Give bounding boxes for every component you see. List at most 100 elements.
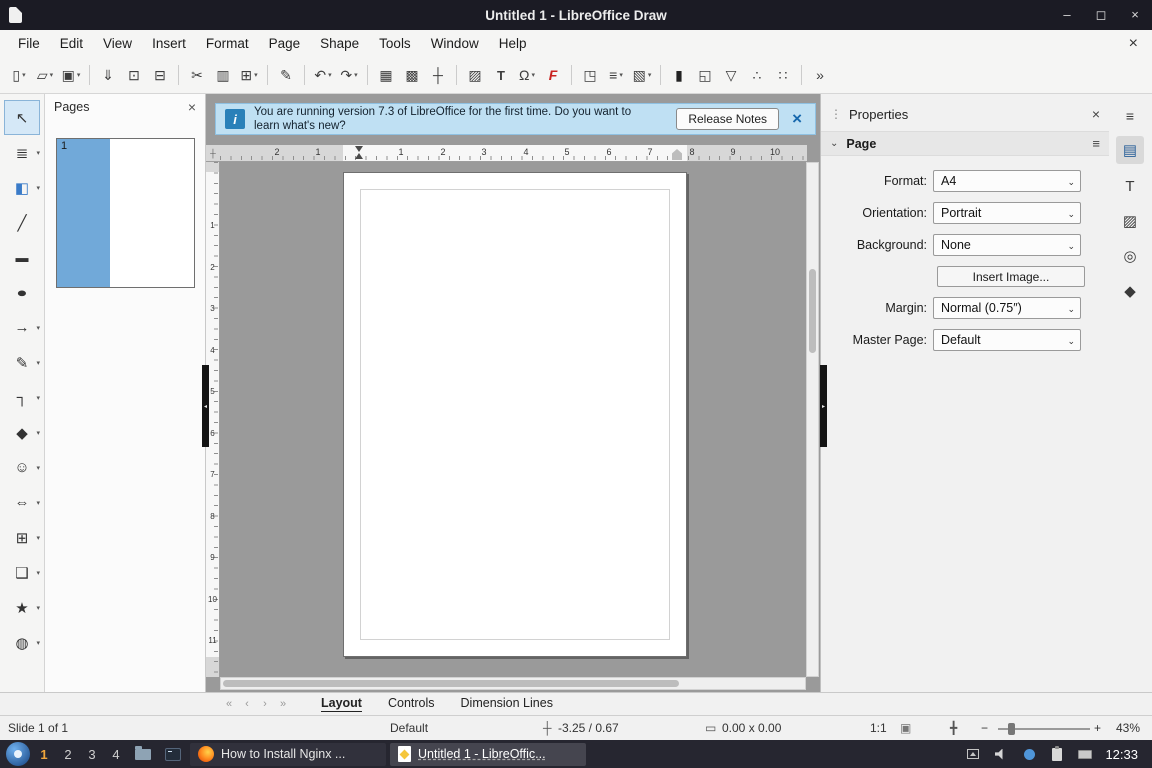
select-tool[interactable]: ↖ xyxy=(4,100,40,135)
taskbar-window-firefox[interactable]: How to Install Nginx ... xyxy=(190,742,386,766)
clock[interactable]: 12:33 xyxy=(1105,747,1138,762)
dropdown-arrow-icon[interactable]: ▾ xyxy=(36,569,40,577)
menu-page[interactable]: Page xyxy=(259,32,311,55)
volume-tray-button[interactable] xyxy=(989,742,1013,766)
gallery-deck[interactable]: ▨ xyxy=(1116,207,1144,235)
format-select[interactable]: A4 ⌄ xyxy=(933,170,1081,192)
clipboard-tray-button[interactable] xyxy=(1045,742,1069,766)
menu-view[interactable]: View xyxy=(93,32,142,55)
dropdown-arrow-icon[interactable]: ▾ xyxy=(36,429,40,437)
menu-edit[interactable]: Edit xyxy=(50,32,93,55)
close-button[interactable]: × xyxy=(1128,7,1142,23)
minimize-button[interactable]: – xyxy=(1060,7,1074,23)
zoom-slider-thumb[interactable] xyxy=(1008,723,1015,735)
snap-to-grid-button[interactable]: ▩ xyxy=(400,62,424,88)
transformations-button[interactable]: ◳ xyxy=(578,62,602,88)
hide-left-panel-handle[interactable]: ◂ xyxy=(202,365,209,447)
hide-right-panel-handle[interactable]: ▸ xyxy=(820,365,827,447)
taskbar-window-draw[interactable]: Untitled 1 - LibreOffic... xyxy=(390,742,586,766)
new-document-button[interactable]: ▯ ▾ xyxy=(7,62,31,88)
previous-page-nav-icon[interactable]: ‹ xyxy=(238,698,256,710)
ruler-corner[interactable]: ┼ xyxy=(206,145,220,162)
next-page-nav-icon[interactable]: › xyxy=(256,698,274,710)
sidebar-settings-icon[interactable]: ≡ xyxy=(1116,104,1144,128)
maximize-button[interactable]: ◻ xyxy=(1094,7,1108,23)
dropdown-arrow-icon[interactable]: ▾ xyxy=(328,71,332,79)
curves-polygons-tool[interactable]: ✎ ▾ xyxy=(4,345,40,380)
zoom-in-button[interactable]: + xyxy=(1094,721,1101,735)
vertical-scrollbar[interactable] xyxy=(806,162,819,677)
menu-window[interactable]: Window xyxy=(421,32,489,55)
menu-shape[interactable]: Shape xyxy=(310,32,369,55)
dropdown-arrow-icon[interactable]: ▾ xyxy=(354,71,358,79)
background-select[interactable]: None ⌄ xyxy=(933,234,1081,256)
workspace-2[interactable]: 2 xyxy=(58,747,78,762)
close-sidebar-icon[interactable]: × xyxy=(1092,106,1100,122)
rectangle-tool[interactable]: ▬ xyxy=(4,240,40,275)
toolbar-overflow-button[interactable]: » xyxy=(808,62,832,88)
copy-button[interactable]: ▥ xyxy=(211,62,235,88)
basic-shapes-tool[interactable]: ◆ ▾ xyxy=(4,415,40,450)
menu-tools[interactable]: Tools xyxy=(369,32,421,55)
release-notes-button[interactable]: Release Notes xyxy=(676,108,780,130)
dropdown-arrow-icon[interactable]: ▾ xyxy=(619,71,623,79)
orientation-select[interactable]: Portrait ⌄ xyxy=(933,202,1081,224)
edit-points-button[interactable]: ∴ xyxy=(745,62,769,88)
display-snap-guides-button[interactable]: ┼ xyxy=(426,62,450,88)
flowchart-shapes-tool[interactable]: ⊞ ▾ xyxy=(4,520,40,555)
print-button[interactable]: ⊟ xyxy=(148,62,172,88)
dropdown-arrow-icon[interactable]: ▾ xyxy=(36,184,40,192)
properties-deck[interactable]: ▤ xyxy=(1116,136,1144,164)
export-pdf-button[interactable]: ⇓ xyxy=(96,62,120,88)
zoom-out-button[interactable]: − xyxy=(981,721,988,735)
menu-format[interactable]: Format xyxy=(196,32,259,55)
dropdown-arrow-icon[interactable]: ▾ xyxy=(22,71,26,79)
dropdown-arrow-icon[interactable]: ▾ xyxy=(77,71,81,79)
stars-banners-tool[interactable]: ★ ▾ xyxy=(4,590,40,625)
clone-formatting-button[interactable]: ✎ xyxy=(274,62,298,88)
dropdown-arrow-icon[interactable]: ▾ xyxy=(254,71,258,79)
tab-controls[interactable]: Controls xyxy=(375,693,448,715)
first-page-nav-icon[interactable]: « xyxy=(220,698,238,710)
file-manager-button[interactable] xyxy=(130,742,156,766)
open-file-button[interactable]: ▱ ▾ xyxy=(33,62,57,88)
lines-arrows-tool[interactable]: → ▾ xyxy=(4,310,41,345)
fontwork-button[interactable]: F xyxy=(541,62,565,88)
dropdown-arrow-icon[interactable]: ▾ xyxy=(50,71,54,79)
section-menu-icon[interactable]: ≡ xyxy=(1092,136,1100,151)
dropdown-arrow-icon[interactable]: ▾ xyxy=(36,534,40,542)
glue-points-button[interactable]: ∷ xyxy=(771,62,795,88)
display-grid-button[interactable]: ▦ xyxy=(374,62,398,88)
special-character-button[interactable]: Ω ▾ xyxy=(515,62,539,88)
shapes-deck[interactable]: ◆ xyxy=(1116,277,1144,305)
shadow-button[interactable]: ▮ xyxy=(667,62,691,88)
filter-button[interactable]: ▽ xyxy=(719,62,743,88)
dropdown-arrow-icon[interactable]: ▾ xyxy=(648,71,652,79)
dropdown-arrow-icon[interactable]: ▾ xyxy=(36,149,40,157)
document-page[interactable] xyxy=(343,172,687,657)
insert-text-box-button[interactable]: T xyxy=(489,62,513,88)
close-document-icon[interactable]: × xyxy=(1129,35,1138,53)
workspace-4[interactable]: 4 xyxy=(106,747,126,762)
connectors-tool[interactable]: ┐ ▾ xyxy=(4,380,40,415)
undo-button[interactable]: ↶ ▾ xyxy=(311,62,335,88)
ellipse-tool[interactable]: ● xyxy=(4,275,40,310)
insert-image-button[interactable]: ▨ xyxy=(463,62,487,88)
redo-button[interactable]: ↷ ▾ xyxy=(337,62,361,88)
arrange-button[interactable]: ▧ ▾ xyxy=(630,62,654,88)
workspace-3[interactable]: 3 xyxy=(82,747,102,762)
workspace-1[interactable]: 1 xyxy=(34,747,54,762)
save-button[interactable]: ▣ ▾ xyxy=(59,62,83,88)
ruler-margin-marker[interactable] xyxy=(355,146,364,160)
insert-line-tool[interactable]: ╱ xyxy=(4,205,40,240)
scale-label[interactable]: 1:1 xyxy=(870,721,887,735)
menu-insert[interactable]: Insert xyxy=(142,32,196,55)
menu-file[interactable]: File xyxy=(8,32,50,55)
3d-objects-tool[interactable]: ◍ ▾ xyxy=(4,625,40,660)
tab-layout[interactable]: Layout xyxy=(308,693,375,715)
page-section-header[interactable]: ⌄ Page ≡ xyxy=(821,131,1109,156)
dropdown-arrow-icon[interactable]: ▾ xyxy=(531,71,535,79)
menu-help[interactable]: Help xyxy=(489,32,537,55)
cut-button[interactable]: ✂ xyxy=(185,62,209,88)
master-page-select[interactable]: Default ⌄ xyxy=(933,329,1081,351)
